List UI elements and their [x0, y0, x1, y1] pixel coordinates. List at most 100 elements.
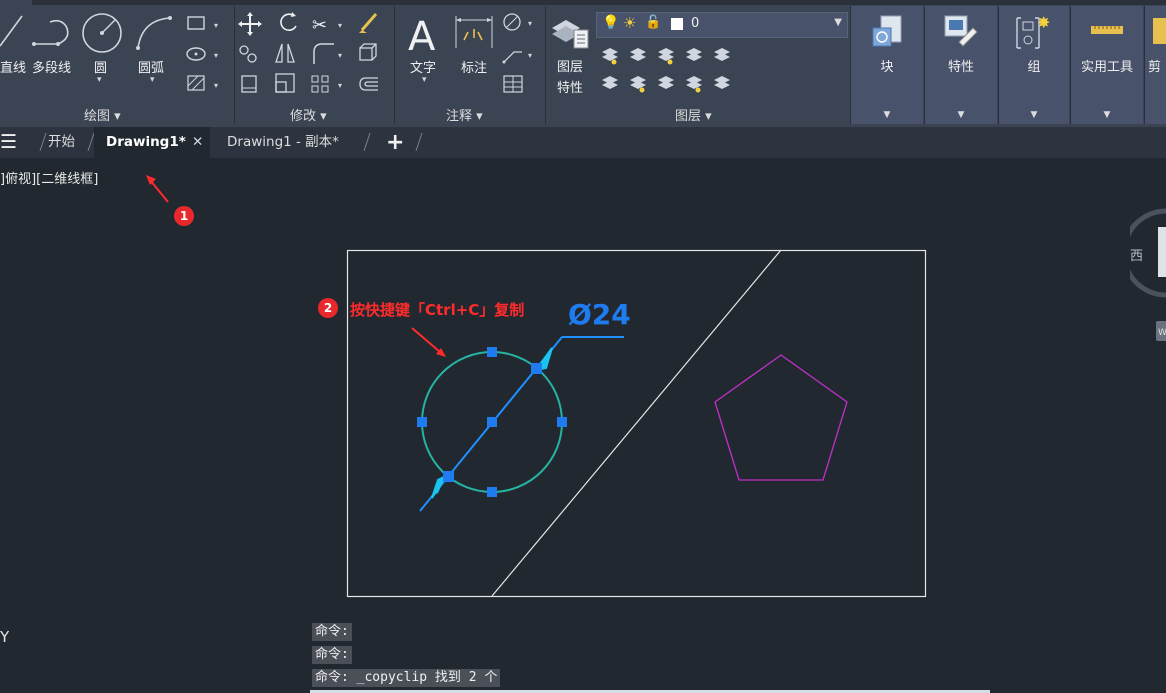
- current-layer-name: 0: [691, 16, 700, 31]
- modify-panel-title[interactable]: 修改 ▾: [290, 105, 327, 124]
- ruler-icon: [1091, 26, 1123, 34]
- block-button[interactable]: 块 ▼: [850, 6, 923, 124]
- panel-separator: [394, 6, 395, 124]
- svg-text:▾: ▾: [214, 51, 218, 60]
- layer-current-icon[interactable]: [602, 76, 618, 89]
- text-dropdown-icon[interactable]: ▾: [422, 75, 427, 85]
- draw-panel-title[interactable]: 绘图 ▾: [84, 105, 121, 124]
- panel-separator: [234, 6, 235, 124]
- polyline-icon[interactable]: [32, 19, 69, 46]
- offset-icon[interactable]: [359, 77, 378, 91]
- erase-icon[interactable]: [359, 13, 378, 33]
- layer-properties-label-2[interactable]: 特性: [557, 77, 583, 96]
- fillet-icon[interactable]: ▾: [313, 43, 342, 64]
- line-icon[interactable]: [0, 15, 23, 47]
- svg-text:▾: ▾: [214, 81, 218, 90]
- layer-merge-icon[interactable]: [714, 76, 730, 89]
- move-icon[interactable]: [238, 12, 262, 36]
- multileader-icon[interactable]: ▾: [502, 51, 533, 64]
- scale-icon[interactable]: [275, 73, 295, 93]
- layer-lock-icon[interactable]: [686, 48, 702, 61]
- layer-unlock-all-icon[interactable]: [686, 76, 702, 89]
- compass-w-tag[interactable]: W: [1158, 328, 1166, 338]
- arc-button[interactable]: 圆弧: [138, 57, 164, 76]
- chevron-down-icon[interactable]: ▼: [999, 110, 1069, 120]
- utilities-button[interactable]: 实用工具 ▼: [1070, 6, 1143, 124]
- circle-icon[interactable]: [82, 13, 122, 53]
- step-badge-2: 2: [318, 298, 338, 318]
- dimension-button[interactable]: 标注: [461, 57, 487, 76]
- clipboard-label: 剪: [1148, 60, 1162, 75]
- stretch-icon[interactable]: [241, 75, 257, 93]
- svg-text:▾: ▾: [214, 21, 218, 30]
- line-button[interactable]: 直线: [0, 57, 26, 76]
- mirror-icon[interactable]: [275, 43, 295, 63]
- layer-isolate-icon[interactable]: [602, 48, 618, 61]
- copy-shortcut-note: 按快捷键「Ctrl+C」复制: [350, 301, 525, 319]
- layer-unlock-icon[interactable]: 🔓: [645, 15, 661, 30]
- circle-dropdown-icon[interactable]: ▾: [97, 75, 102, 85]
- command-history-line: 命令:: [312, 646, 352, 664]
- step-badge-1: 1: [174, 206, 194, 226]
- layer-copy-icon[interactable]: [630, 76, 646, 89]
- text-icon[interactable]: A: [408, 14, 436, 60]
- group-label: 组: [1027, 60, 1041, 75]
- layer-properties-label-1[interactable]: 图层: [557, 56, 583, 75]
- diagonal-line[interactable]: [491, 249, 782, 597]
- layer-state-icon[interactable]: [714, 48, 730, 61]
- ellipse-icon[interactable]: ▾: [186, 47, 218, 61]
- tab-drawing1-label: Drawing1*: [106, 134, 186, 150]
- svg-text:▾: ▾: [338, 21, 342, 30]
- layer-on-icon[interactable]: 💡: [602, 15, 619, 31]
- layer-off-icon[interactable]: [658, 76, 674, 89]
- new-tab-plus-icon[interactable]: +: [386, 127, 404, 158]
- layer-thaw-icon[interactable]: ☀: [623, 14, 636, 32]
- array-icon[interactable]: ▾: [311, 75, 342, 93]
- layer-match-icon[interactable]: [630, 48, 646, 61]
- group-button[interactable]: ✸ 组 ▼: [998, 6, 1069, 124]
- tab-drawing1-copy[interactable]: Drawing1 - 副本*: [227, 127, 339, 158]
- viewcube[interactable]: 西 W: [1130, 205, 1166, 345]
- block-icon: [872, 15, 902, 47]
- tab-drawing1[interactable]: Drawing1* ✕: [94, 127, 210, 158]
- layer-properties-icon[interactable]: [550, 10, 592, 50]
- chevron-down-icon[interactable]: ▼: [1071, 110, 1143, 120]
- block-label: 块: [880, 60, 894, 75]
- arc-icon[interactable]: [136, 16, 172, 50]
- pentagon-shape[interactable]: [714, 354, 848, 481]
- tab-start[interactable]: 开始: [48, 127, 75, 158]
- polyline-button[interactable]: 多段线: [32, 57, 71, 76]
- group-icon: ✸: [1016, 13, 1050, 49]
- drawing-canvas[interactable]: Y: [0, 158, 1166, 693]
- chevron-down-icon[interactable]: ▼: [925, 110, 997, 120]
- svg-text:▾: ▾: [338, 81, 342, 90]
- copy-icon[interactable]: [239, 45, 257, 63]
- layers-panel-title[interactable]: 图层 ▾: [675, 105, 712, 124]
- selection-grips[interactable]: [417, 347, 567, 497]
- trim-icon[interactable]: ✂ ▾: [312, 15, 342, 36]
- chevron-down-icon[interactable]: ▼: [834, 17, 842, 28]
- svg-text:▾: ▾: [528, 51, 532, 60]
- annotation-panel-title[interactable]: 注释 ▾: [446, 105, 483, 124]
- hatch-icon[interactable]: ▾: [187, 75, 218, 91]
- compass-west-label[interactable]: 西: [1130, 249, 1143, 264]
- circle-button[interactable]: 圆: [94, 57, 107, 76]
- close-icon[interactable]: ✕: [192, 127, 203, 158]
- clipboard-button[interactable]: 剪: [1144, 6, 1166, 124]
- layer-dropdown[interactable]: 💡 ☀ 🔓 0 ▼: [596, 12, 848, 38]
- annotation-arrow-2: [411, 327, 446, 357]
- chevron-down-icon[interactable]: ▼: [851, 110, 923, 120]
- properties-icon: [944, 15, 978, 47]
- dimension-text[interactable]: Ø24: [568, 298, 631, 331]
- text-button[interactable]: 文字: [410, 57, 436, 76]
- properties-button[interactable]: 特性 ▼: [924, 6, 997, 124]
- arc-dropdown-icon[interactable]: ▾: [150, 75, 155, 85]
- rotate-icon[interactable]: [280, 12, 297, 31]
- rectangle-icon[interactable]: ▾: [187, 16, 218, 30]
- dimension-icon[interactable]: [455, 16, 493, 48]
- 3d-box-icon[interactable]: [359, 43, 377, 61]
- leader-icon[interactable]: ▾: [503, 13, 532, 31]
- command-history-line: 命令: _copyclip 找到 2 个: [312, 669, 501, 687]
- table-icon[interactable]: [503, 75, 523, 93]
- layer-freeze-icon[interactable]: [658, 48, 674, 61]
